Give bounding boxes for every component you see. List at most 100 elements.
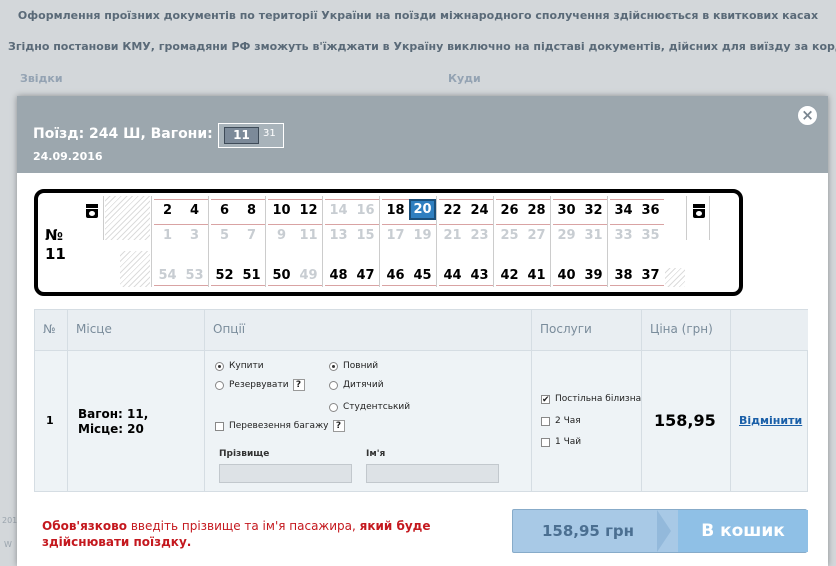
modal-title: Поїзд: 244 Ш, Вагони: [33,126,213,142]
seat-40[interactable]: 40 [553,265,580,286]
service-tea-1[interactable]: 1 Чай [541,437,581,447]
seat-31: 31 [580,224,607,245]
service-area [120,251,150,287]
option-baggage[interactable]: Перевезення багажу? [215,420,345,432]
seat-24[interactable]: 24 [466,199,493,220]
toilet-icon [693,204,705,218]
option-child[interactable]: Дитячий [329,380,384,390]
wagon-next-button[interactable]: 31 [263,128,276,139]
seat-13: 13 [325,224,352,245]
seat-22[interactable]: 22 [439,199,466,220]
notice-text: введіть прізвище та ім'я пасажира, [127,519,360,533]
arrow-icon [657,510,671,552]
seat-9: 9 [268,224,295,245]
seat-30[interactable]: 30 [553,199,580,220]
seat-25: 25 [496,224,523,245]
seat-50[interactable]: 50 [268,265,295,286]
seat-2[interactable]: 2 [154,199,181,220]
radio-student[interactable] [329,402,338,412]
seat-47[interactable]: 47 [352,265,379,286]
modal-header: Поїзд: 244 Ш, Вагони: 11 31 24.09.2016 × [17,96,828,173]
seat-48[interactable]: 48 [325,265,352,286]
cancel-link[interactable]: Відмінити [739,414,802,427]
seat-4[interactable]: 4 [181,199,208,220]
seat-52[interactable]: 52 [211,265,238,286]
wagon-current-button[interactable]: 11 [224,127,259,144]
seat-18[interactable]: 18 [382,199,409,220]
service-linen[interactable]: ✔ Постільна білизна [541,394,641,404]
service-tea-2-label: 2 Чая [555,416,581,426]
radio-buy[interactable] [215,361,224,371]
name-label: Ім'я [366,449,386,459]
compartment: 6 8 5 7 52 51 [208,196,265,287]
seat-8[interactable]: 8 [238,199,265,220]
seat-15: 15 [352,224,379,245]
seat-41[interactable]: 41 [523,265,550,286]
seat-11: 11 [295,224,322,245]
seat-46[interactable]: 46 [382,265,409,286]
bg-fragment: W [4,540,12,549]
option-child-label: Дитячий [343,380,384,390]
travel-date: 24.09.2016 [33,150,103,163]
seat-26[interactable]: 26 [496,199,523,220]
checkbox-linen[interactable]: ✔ [541,394,550,404]
seat-43[interactable]: 43 [466,265,493,286]
option-reserve-label: Резервувати [229,380,289,390]
to-label: Куди [448,72,481,85]
compartment: 18 20 17 19 46 45 [379,196,436,287]
seat-39[interactable]: 39 [580,265,607,286]
seat-51[interactable]: 51 [238,265,265,286]
seat-12[interactable]: 12 [295,199,322,220]
seat-37[interactable]: 37 [637,265,664,286]
service-tea-2[interactable]: 2 Чая [541,416,581,426]
compartment: 34 36 33 35 38 37 [607,196,664,287]
service-area [665,268,685,287]
help-icon[interactable]: ? [332,420,345,432]
seat-6[interactable]: 6 [211,199,238,220]
radio-child[interactable] [329,380,338,390]
toilet-left [80,196,104,240]
wagon-number: 11 [45,245,66,263]
name-input[interactable] [366,464,499,483]
checkbox-baggage[interactable] [215,421,224,431]
option-reserve[interactable]: Резервувати? [215,379,305,391]
surname-input[interactable] [219,464,352,483]
seat-27: 27 [523,224,550,245]
option-full[interactable]: Повний [329,361,378,371]
checkbox-tea-1[interactable] [541,437,550,447]
close-button[interactable]: × [797,105,818,126]
total-amount: 158,95 грн [541,522,635,540]
seat-10[interactable]: 10 [268,199,295,220]
seat-45[interactable]: 45 [409,265,436,286]
seat-29: 29 [553,224,580,245]
col-header-options: Опції [205,310,532,350]
seat-20[interactable]: 20 [409,199,436,220]
service-area [105,196,150,240]
seat-36[interactable]: 36 [637,199,664,220]
checkbox-tea-2[interactable] [541,416,550,426]
seat-38[interactable]: 38 [610,265,637,286]
seat-28[interactable]: 28 [523,199,550,220]
seat-44[interactable]: 44 [439,265,466,286]
seat-3: 3 [181,224,208,245]
cell-actions: Відмінити [731,351,807,492]
seat-42[interactable]: 42 [496,265,523,286]
option-buy[interactable]: Купити [215,361,264,371]
seat-32[interactable]: 32 [580,199,607,220]
seat-17: 17 [382,224,409,245]
option-student[interactable]: Студентський [329,402,410,412]
add-to-cart-button[interactable]: В кошик [678,510,808,552]
compartment: 22 24 21 23 44 43 [436,196,493,287]
seat-5: 5 [211,224,238,245]
seat-34[interactable]: 34 [610,199,637,220]
seat-35: 35 [637,224,664,245]
radio-full[interactable] [329,361,338,371]
help-icon[interactable]: ? [292,379,305,391]
seat-33: 33 [610,224,637,245]
seat-19: 19 [409,224,436,245]
option-student-label: Студентський [343,402,411,412]
compartment: 2 4 1 3 54 53 [151,196,208,287]
compartment: 10 12 9 11 50 49 [265,196,322,287]
compartment: 14 16 13 15 48 47 [322,196,379,287]
radio-reserve[interactable] [215,380,224,390]
